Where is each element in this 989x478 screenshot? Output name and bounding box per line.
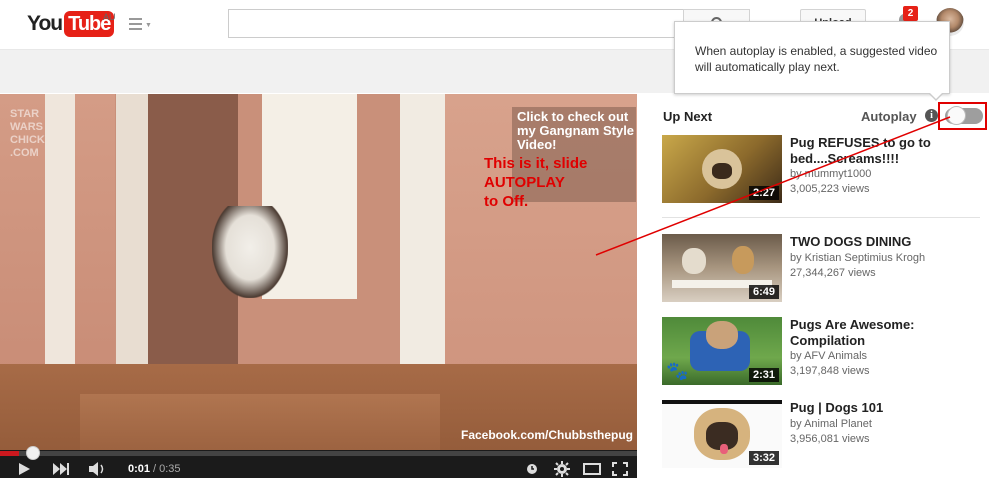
- video-player[interactable]: STAR WARS CHICK .COM Click to check out …: [0, 94, 637, 478]
- video-views: 27,344,267 views: [790, 267, 876, 279]
- time-total: / 0:35: [153, 463, 181, 475]
- pug-in-video: [212, 206, 288, 298]
- progress-fill: [0, 451, 19, 456]
- video-title[interactable]: Pug REFUSES to go to bed....Screams!!!!: [790, 135, 980, 167]
- scrubber-handle[interactable]: [26, 446, 40, 460]
- list-item[interactable]: 3:32 Pug | Dogs 101 by Animal Planet 3,9…: [662, 400, 982, 470]
- theater-mode-icon[interactable]: [583, 463, 601, 475]
- video-thumbnail[interactable]: 3:32: [662, 400, 782, 468]
- duration-badge: 2:31: [748, 368, 779, 382]
- country-code: AU: [103, 12, 116, 22]
- next-icon[interactable]: [52, 462, 70, 476]
- time-current: 0:01: [128, 463, 151, 475]
- fullscreen-icon[interactable]: [612, 462, 628, 476]
- video-channel[interactable]: by AFV Animals: [790, 349, 867, 364]
- info-icon[interactable]: i: [925, 109, 938, 122]
- list-item[interactable]: 🐾 2:31 Pugs Are Awesome: Compilation by …: [662, 317, 982, 387]
- video-title[interactable]: Pugs Are Awesome: Compilation: [790, 317, 980, 349]
- duration-badge: 6:49: [748, 285, 779, 299]
- autoplay-label: Autoplay: [861, 109, 917, 124]
- video-channel[interactable]: by mummyt1000: [790, 167, 871, 182]
- guide-menu-icon[interactable]: ▼: [129, 16, 154, 32]
- duration-badge: 3:32: [748, 451, 779, 465]
- video-title[interactable]: TWO DOGS DINING: [790, 234, 980, 250]
- autoplay-toggle-knob[interactable]: [947, 106, 966, 125]
- settings-gear-icon[interactable]: [554, 461, 570, 477]
- video-watermark: STAR WARS CHICK .COM: [10, 108, 45, 159]
- facebook-watermark: Facebook.com/Chubbsthepug: [461, 428, 634, 442]
- play-icon[interactable]: [16, 461, 32, 477]
- autoplay-callout: This is it, slide AUTOPLAY to Off.: [484, 155, 588, 210]
- list-item[interactable]: 2:27 Pug REFUSES to go to bed....Screams…: [662, 135, 982, 205]
- video-channel[interactable]: by Kristian Septimius Krogh: [790, 251, 925, 266]
- list-item[interactable]: 6:49 TWO DOGS DINING by Kristian Septimi…: [662, 234, 982, 304]
- annotation-text[interactable]: Click to check out my Gangnam Style Vide…: [517, 110, 635, 152]
- divider: [662, 217, 980, 218]
- video-thumbnail[interactable]: 6:49: [662, 234, 782, 302]
- video-channel[interactable]: by Animal Planet: [790, 417, 872, 432]
- youtube-logo[interactable]: You Tube: [27, 10, 115, 38]
- video-views: 3,956,081 views: [790, 433, 870, 445]
- video-views: 3,005,223 views: [790, 183, 870, 195]
- search-input[interactable]: [228, 9, 684, 38]
- autoplay-tooltip: When autoplay is enabled, a suggested vi…: [674, 21, 950, 94]
- progress-bar[interactable]: [0, 451, 637, 456]
- video-thumbnail[interactable]: 🐾 2:31: [662, 317, 782, 385]
- watch-later-icon[interactable]: [526, 463, 538, 475]
- video-title[interactable]: Pug | Dogs 101: [790, 400, 980, 416]
- volume-icon[interactable]: [88, 462, 108, 476]
- video-views: 3,197,848 views: [790, 365, 870, 377]
- notification-badge: 2: [903, 6, 918, 21]
- video-thumbnail[interactable]: 2:27: [662, 135, 782, 203]
- logo-you-text: You: [27, 12, 63, 35]
- duration-badge: 2:27: [748, 186, 779, 200]
- up-next-heading: Up Next: [663, 109, 713, 124]
